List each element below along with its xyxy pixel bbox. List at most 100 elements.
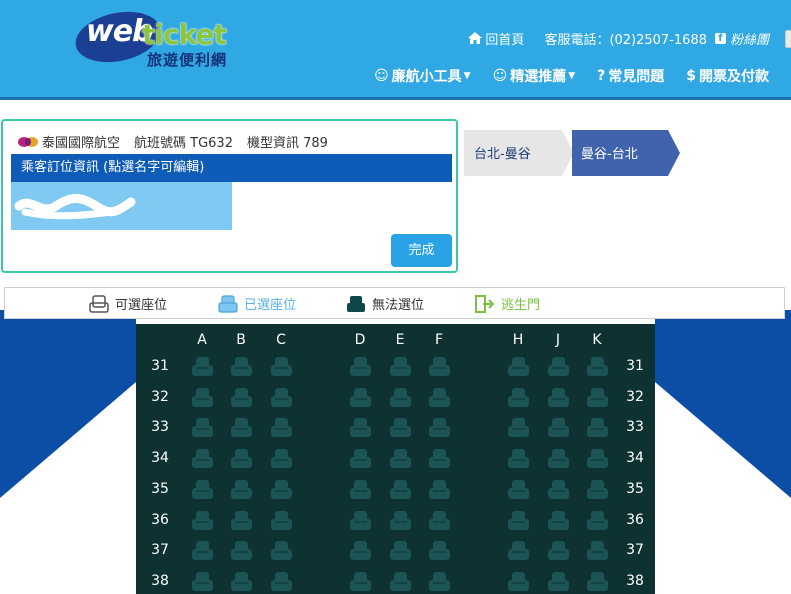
seat-31j[interactable] xyxy=(548,357,569,376)
seat-37h[interactable] xyxy=(508,541,529,561)
smiley-icon: ☺ xyxy=(374,68,389,84)
row-label-left: 33 xyxy=(151,419,169,436)
side-panel-tab[interactable] xyxy=(785,30,791,48)
leg-tab-bangkok-taipei[interactable]: 曼谷-台北 xyxy=(572,130,680,176)
leg-tab-taipei-bangkok[interactable]: 台北-曼谷 xyxy=(464,130,574,176)
nav-item-faq[interactable]: ? 常見問題 xyxy=(597,66,664,86)
nav-item-picks[interactable]: ☺ 精選推薦 ▼ xyxy=(493,66,576,86)
seat-38d[interactable] xyxy=(350,571,371,591)
seat-38h[interactable] xyxy=(508,571,529,591)
seat-31b[interactable] xyxy=(231,357,252,376)
seat-34f[interactable] xyxy=(429,449,450,469)
legend-label: 逃生門 xyxy=(501,298,541,313)
seat-37k[interactable] xyxy=(587,541,608,561)
seat-35a[interactable] xyxy=(192,479,213,499)
smiley-icon: ☺ xyxy=(492,68,508,84)
seat-36f[interactable] xyxy=(429,510,450,530)
seat-legend: 可選座位 已選座位 無法選位 逃生門 xyxy=(4,287,785,319)
seat-32c[interactable] xyxy=(271,387,292,407)
seat-35d[interactable] xyxy=(350,479,371,499)
seat-31c[interactable] xyxy=(271,357,292,376)
webticket-logo[interactable]: web ticket 旅遊便利網 xyxy=(74,6,246,69)
seat-36a[interactable] xyxy=(192,510,213,530)
seat-31f[interactable] xyxy=(429,357,450,376)
seat-38c[interactable] xyxy=(271,571,292,591)
seat-33h[interactable] xyxy=(508,418,529,438)
seat-31e[interactable] xyxy=(390,357,411,376)
seat-35e[interactable] xyxy=(390,479,411,499)
seat-38k[interactable] xyxy=(587,571,608,591)
nav-item-tools[interactable]: ☺ 廉航小工具 ▼ xyxy=(374,66,471,86)
seat-33c[interactable] xyxy=(271,418,292,438)
seat-34e[interactable] xyxy=(390,449,411,469)
home-link[interactable]: 回首頁 xyxy=(468,29,524,48)
seat-31h[interactable] xyxy=(508,357,529,376)
seat-35f[interactable] xyxy=(429,479,450,499)
seat-38e[interactable] xyxy=(390,571,411,591)
seat-32h[interactable] xyxy=(508,387,529,407)
seat-33b[interactable] xyxy=(231,418,252,438)
seat-33a[interactable] xyxy=(192,418,213,438)
seat-32a[interactable] xyxy=(192,387,213,407)
seat-35b[interactable] xyxy=(231,479,252,499)
seat-38j[interactable] xyxy=(548,571,569,591)
seat-37d[interactable] xyxy=(350,541,371,561)
seat-33e[interactable] xyxy=(390,418,411,438)
logo-ticket-text: ticket xyxy=(142,18,227,51)
passenger-name-field[interactable] xyxy=(11,182,232,230)
done-button[interactable]: 完成 xyxy=(391,234,452,267)
seat-32j[interactable] xyxy=(548,387,569,407)
seat-36c[interactable] xyxy=(271,510,292,530)
seat-map: A B C D E F H J K 31 31 32 32 33 33 34 34 35 35 36 36 37 37 38 3… xyxy=(136,324,655,594)
exit-door-icon xyxy=(475,294,495,313)
seat-36h[interactable] xyxy=(508,510,529,530)
seat-37c[interactable] xyxy=(271,541,292,561)
seat-37a[interactable] xyxy=(192,541,213,561)
seat-33f[interactable] xyxy=(429,418,450,438)
seat-37e[interactable] xyxy=(390,541,411,561)
seat-34a[interactable] xyxy=(192,449,213,469)
seat-33d[interactable] xyxy=(350,418,371,438)
row-label-left: 38 xyxy=(151,572,169,589)
thai-airways-logo-icon xyxy=(18,136,38,147)
seat-38f[interactable] xyxy=(429,571,450,591)
seat-31k[interactable] xyxy=(587,357,608,376)
seat-38a[interactable] xyxy=(192,571,213,591)
seat-33k[interactable] xyxy=(587,418,608,438)
seat-37f[interactable] xyxy=(429,541,450,561)
seat-35k[interactable] xyxy=(587,479,608,499)
seat-31a[interactable] xyxy=(192,357,213,376)
seat-38b[interactable] xyxy=(231,571,252,591)
seat-36e[interactable] xyxy=(390,510,411,530)
seat-37j[interactable] xyxy=(548,541,569,561)
nav-item-payment[interactable]: $ 開票及付款 xyxy=(686,66,769,86)
seat-34c[interactable] xyxy=(271,449,292,469)
seat-36j[interactable] xyxy=(548,510,569,530)
seat-34d[interactable] xyxy=(350,449,371,469)
seat-32f[interactable] xyxy=(429,387,450,407)
seat-32b[interactable] xyxy=(231,387,252,407)
seat-32e[interactable] xyxy=(390,387,411,407)
seat-36b[interactable] xyxy=(231,510,252,530)
facebook-icon[interactable]: f xyxy=(714,32,726,44)
seat-36k[interactable] xyxy=(587,510,608,530)
seat-37b[interactable] xyxy=(231,541,252,561)
fans-page-link[interactable]: 粉絲團 xyxy=(730,29,769,48)
seat-34h[interactable] xyxy=(508,449,529,469)
row-label-right: 37 xyxy=(626,542,644,559)
seat-34j[interactable] xyxy=(548,449,569,469)
seat-35j[interactable] xyxy=(548,479,569,499)
seat-35h[interactable] xyxy=(508,479,529,499)
seat-34k[interactable] xyxy=(587,449,608,469)
seat-34b[interactable] xyxy=(231,449,252,469)
route-legs: 台北-曼谷 曼谷-台北 xyxy=(464,130,680,176)
seat-35c[interactable] xyxy=(271,479,292,499)
column-label-k: K xyxy=(592,332,602,348)
legend-selected: 已選座位 xyxy=(218,294,296,313)
seat-32k[interactable] xyxy=(587,387,608,407)
seat-33j[interactable] xyxy=(548,418,569,438)
seat-32d[interactable] xyxy=(350,387,371,407)
seat-36d[interactable] xyxy=(350,510,371,530)
seat-31d[interactable] xyxy=(350,357,371,376)
row-label-left: 31 xyxy=(151,358,169,374)
